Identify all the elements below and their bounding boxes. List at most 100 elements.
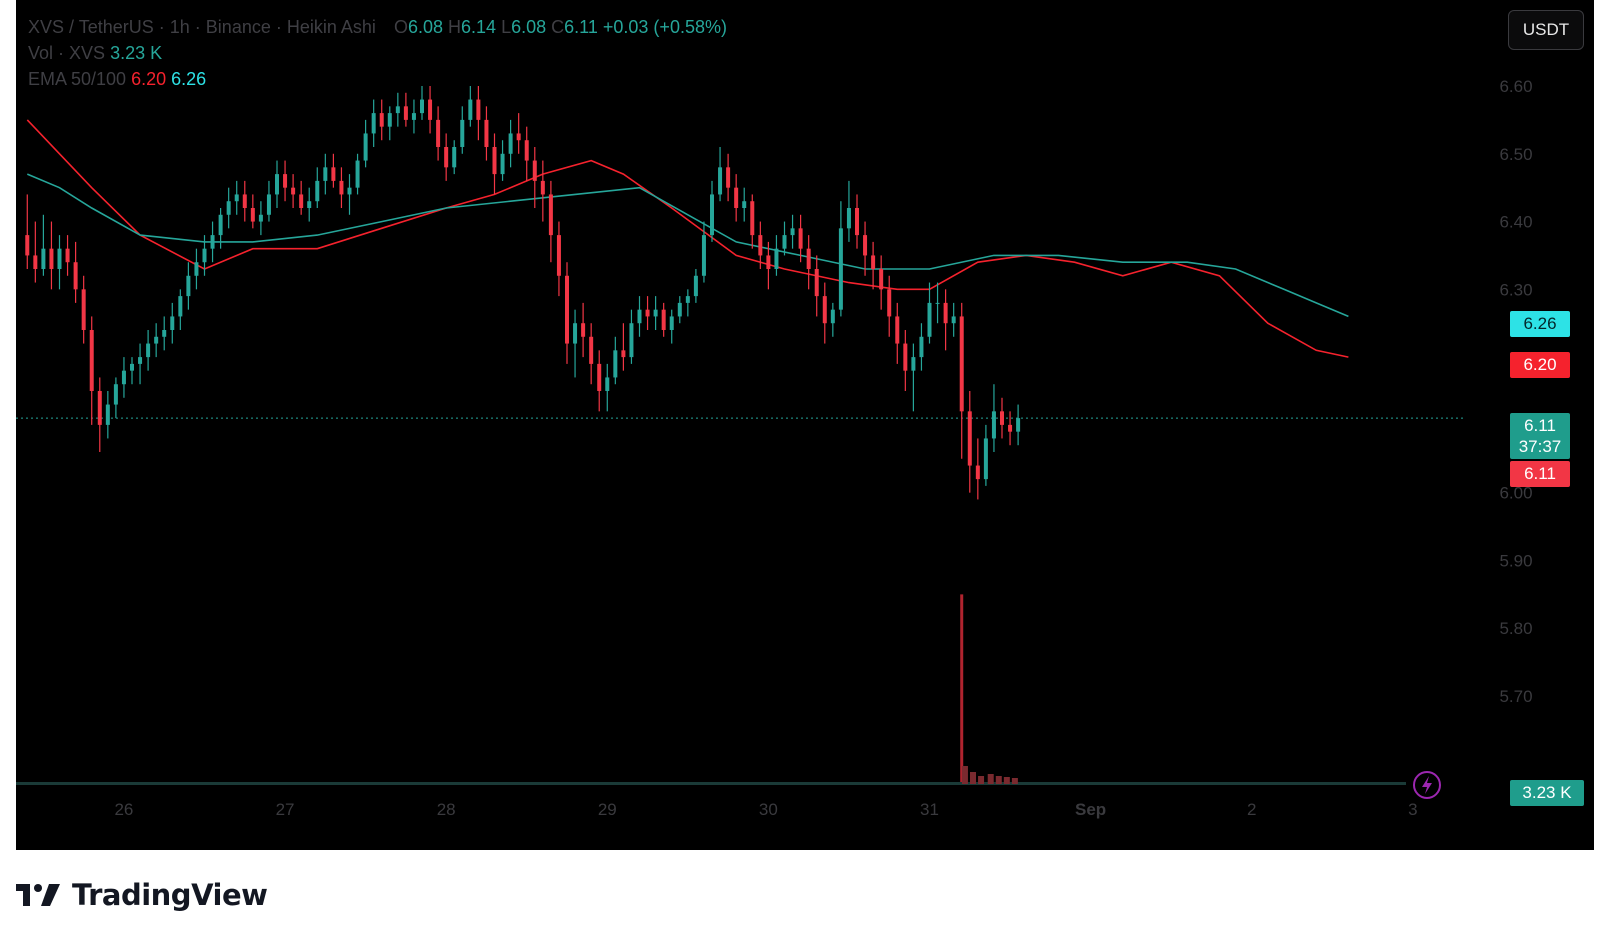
tradingview-logo-icon (16, 884, 60, 906)
candle-body-up (371, 113, 376, 134)
candle-body-down (565, 275, 569, 344)
candle-body-down (887, 289, 892, 317)
candle-body-down (661, 309, 666, 330)
candle-body-up (218, 214, 223, 236)
candle-body-down (428, 99, 433, 120)
candle-body-down (1008, 424, 1013, 432)
candle-body-up (266, 194, 271, 215)
volume-bar (1003, 777, 1010, 784)
candle-body-up (508, 133, 513, 154)
volume-bar (995, 776, 1002, 784)
candle-body-up (395, 106, 400, 114)
candle-body-down (250, 208, 255, 222)
legend-close-value: 6.11 (564, 17, 598, 37)
candle-body-down (903, 343, 908, 371)
quote-currency-button[interactable]: USDT (1508, 10, 1584, 50)
candle-body-up (186, 275, 191, 297)
legend-ema50-value: 6.20 (131, 69, 167, 89)
candle-body-up (637, 309, 642, 324)
candle-body-down (734, 187, 739, 208)
open-price-tag: 6.11 (1510, 461, 1570, 487)
candle-body-down (25, 235, 30, 256)
candle-body-down (299, 194, 304, 208)
candle-body-up (991, 411, 996, 439)
volume-bar (978, 776, 985, 784)
candle-body-up (605, 377, 610, 391)
candle-body-down (89, 330, 94, 391)
candle-body-up (347, 187, 352, 195)
candle-body-down (798, 228, 803, 249)
legend-interval[interactable]: 1h (170, 17, 190, 37)
candle-body-up (710, 194, 714, 236)
candle-body-up (1016, 418, 1021, 432)
x-tick-label: 29 (598, 800, 617, 819)
chart-legend: XVS / TetherUS · 1h · Binance · Heikin A… (28, 14, 727, 92)
candle-body-down (492, 147, 497, 175)
y-tick-label: 6.60 (1499, 77, 1532, 96)
candle-body-up (838, 228, 843, 310)
candle-body-up (226, 201, 231, 215)
candle-body-up (234, 194, 239, 202)
candle-body-up (411, 113, 416, 120)
candle-body-down (524, 140, 529, 161)
tradingview-logo[interactable]: TradingView (16, 878, 268, 912)
lightning-icon[interactable] (1412, 770, 1442, 800)
candle-body-down (750, 201, 755, 236)
candle-body-up (468, 99, 473, 120)
candle-body-down (242, 194, 247, 208)
legend-symbol[interactable]: XVS / TetherUS (28, 17, 154, 37)
legend-row-symbol: XVS / TetherUS · 1h · Binance · Heikin A… (28, 17, 727, 37)
candle-body-up (162, 330, 167, 337)
candle-body-up (782, 235, 787, 249)
candle-body-up (613, 350, 618, 378)
candle-body-down (758, 235, 763, 256)
candle-body-up (460, 119, 465, 147)
legend-low-value: 6.08 (511, 17, 547, 37)
x-tick-label: 31 (920, 800, 939, 819)
candle-body-up (718, 167, 723, 195)
legend-ema100-value: 6.26 (171, 69, 207, 89)
candle-body-down (621, 350, 626, 358)
legend-volume-label[interactable]: Vol · XVS (28, 43, 105, 63)
legend-high-value: 6.14 (461, 17, 497, 37)
candle-body-up (452, 147, 457, 168)
candle-body-up (194, 262, 199, 276)
last-price-tag: 6.11 37:37 (1510, 413, 1570, 459)
candle-body-up (113, 384, 118, 405)
candle-body-down (806, 248, 811, 269)
legend-open-value: 6.08 (407, 17, 444, 37)
candle-body-up (307, 201, 312, 208)
candle-body-down (444, 147, 449, 168)
candle-body-down (967, 411, 972, 466)
legend-high-label: H (448, 17, 462, 37)
ema-50-line (26, 119, 1349, 358)
candle-body-up (693, 275, 698, 297)
legend-style[interactable]: Heikin Ashi (287, 17, 376, 37)
price-chart[interactable]: 6.606.506.406.306.005.905.805.7026 27 28 29… (16, 0, 1594, 850)
candle-body-down (1000, 411, 1004, 425)
candle-body-down (516, 133, 521, 141)
legend-ema-label[interactable]: EMA 50/100 (28, 69, 126, 89)
candle-body-down (532, 160, 537, 181)
candle-body-down (548, 194, 553, 236)
candle-body-up (258, 214, 263, 222)
candle-body-down (879, 269, 884, 290)
x-tick-label: 2 (1247, 800, 1256, 819)
candle-body-down (863, 235, 868, 256)
candle-body-down (436, 119, 441, 147)
candle-body-up (677, 302, 682, 317)
x-tick-label: 28 (437, 800, 456, 819)
volume-bar (961, 766, 968, 784)
candle-body-down (855, 208, 859, 236)
chart-panel[interactable]: 6.60 6.50 6.40 6.30 6.00 5.90 5.80 5.70 26 27 28 29… (16, 0, 1594, 850)
candle-body-down (959, 316, 964, 412)
y-tick-label: 6.40 (1499, 213, 1532, 232)
candle-body-down (943, 302, 948, 324)
candle-body-up (57, 248, 62, 269)
candle-body-up (669, 316, 674, 330)
y-tick-label: 5.70 (1499, 687, 1532, 706)
legend-low-label: L (501, 17, 512, 37)
candle-body-up (146, 343, 151, 358)
legend-exchange: Binance (205, 17, 271, 37)
volume-bar (1011, 778, 1018, 784)
